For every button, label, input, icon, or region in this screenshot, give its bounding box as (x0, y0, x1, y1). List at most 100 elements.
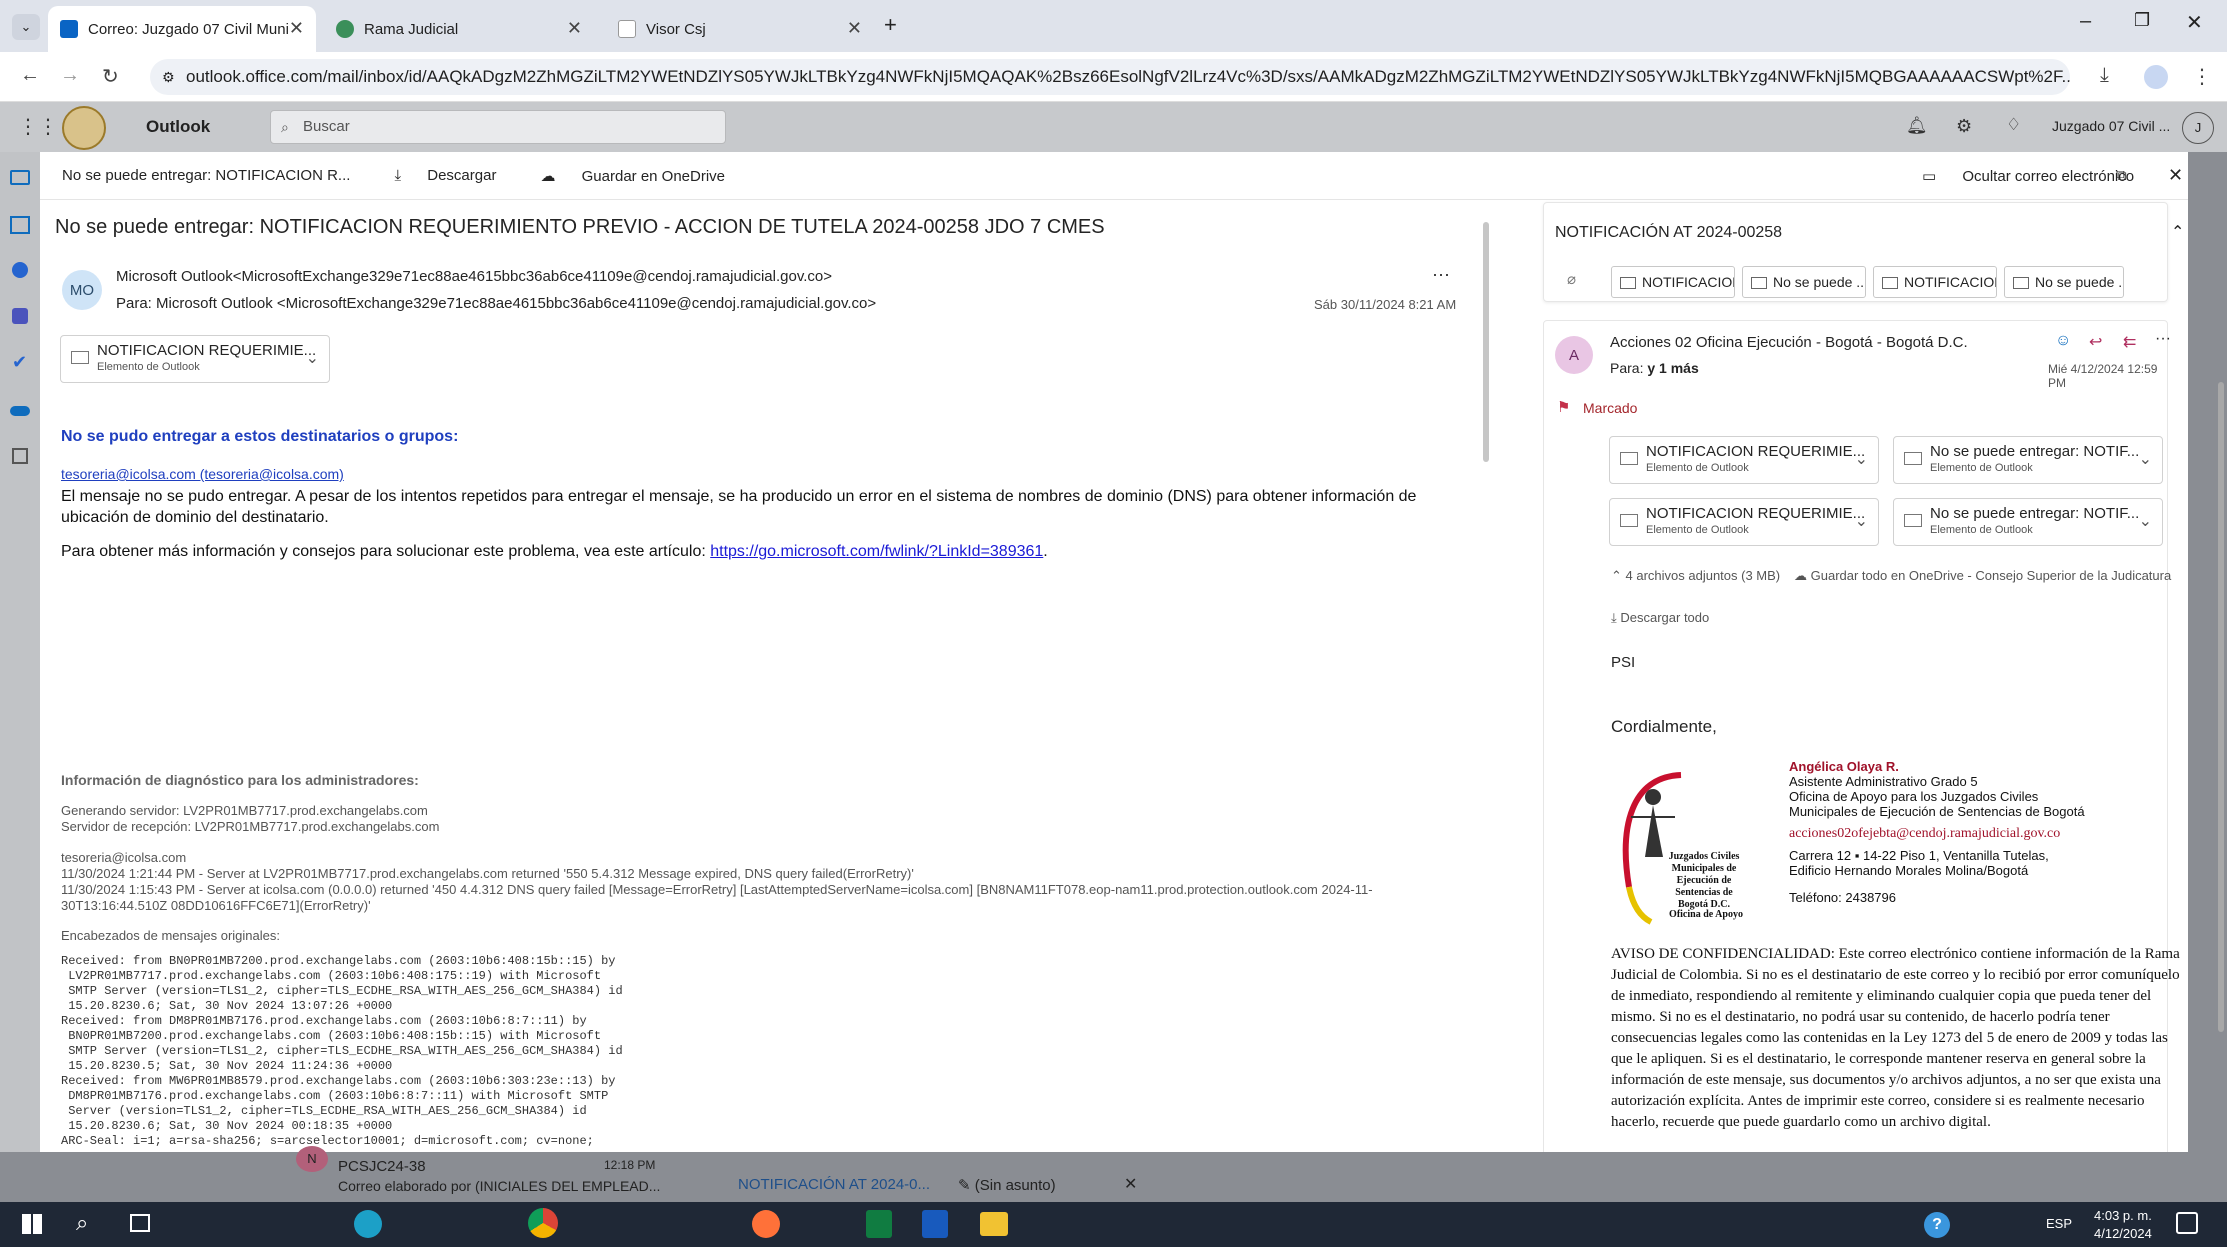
clock-date[interactable]: 4/12/2024 (2094, 1226, 2152, 1241)
notification-icon[interactable] (2176, 1212, 2198, 1234)
close-tab-icon[interactable]: ✕ (847, 18, 862, 39)
language-indicator[interactable]: ESP (2046, 1216, 2072, 1231)
thread-attachment-chip[interactable]: No se puede ... (1742, 266, 1866, 298)
close-icon[interactable]: ✕ (2168, 165, 2183, 186)
more-actions-icon[interactable]: ··· (1432, 264, 1450, 285)
search-input[interactable]: ⌕ Buscar (270, 110, 726, 144)
todo-icon[interactable]: ✔ (12, 352, 27, 373)
signature-office: Oficina de Apoyo para los Juzgados Civil… (1789, 789, 2039, 804)
reply-all-icon[interactable]: ⇇ (2123, 332, 2136, 352)
help-icon[interactable]: ? (1924, 1212, 1950, 1238)
thread-attachment-chip[interactable]: NOTIFICACION... (1611, 266, 1735, 298)
background-mail-list: N PCSJC24-38 12:18 PM Correo elaborado p… (0, 1146, 2227, 1202)
close-window-button[interactable]: ✕ (2186, 10, 2203, 35)
restore-button[interactable]: ❐ (2134, 10, 2150, 31)
start-icon[interactable] (22, 1214, 42, 1234)
new-tab-button[interactable]: + (884, 12, 897, 38)
tab-list-button[interactable]: ⌄ (12, 14, 40, 40)
people-icon[interactable] (12, 262, 28, 278)
emoji-reaction-icon[interactable]: ☺ (2055, 332, 2071, 350)
task-view-icon[interactable] (130, 1214, 150, 1232)
save-onedrive-button[interactable]: ☁ Guardar en OneDrive (518, 167, 725, 185)
chrome-icon[interactable] (528, 1208, 558, 1238)
back-icon[interactable]: ← (20, 64, 40, 87)
recipients[interactable]: Para: Microsoft Outlook <MicrosoftExchan… (116, 295, 876, 312)
info-text: Para obtener más información y consejos … (61, 543, 1048, 560)
tab-visor-csj[interactable]: Visor Csj ✕ (606, 6, 874, 52)
right-scrollbar[interactable] (2218, 382, 2224, 1032)
message-date: Sáb 30/11/2024 8:21 AM (1314, 297, 1457, 312)
download-button[interactable]: ⤓ Descargar (372, 167, 496, 184)
menu-icon[interactable]: ⋮ (2192, 64, 2212, 89)
reload-icon[interactable]: ↻ (102, 64, 119, 89)
account-name[interactable]: Juzgado 07 Civil ... (2052, 118, 2170, 134)
mail-icon[interactable] (10, 170, 30, 185)
attachment-item[interactable]: NOTIFICACION REQUERIMIE... Elemento de O… (1609, 498, 1879, 546)
chevron-down-icon[interactable]: ⌄ (2139, 511, 2152, 531)
signature-role: Asistente Administrativo Grado 5 (1789, 774, 1978, 789)
chevron-down-icon[interactable]: ⌄ (1855, 511, 1868, 531)
sender-avatar[interactable]: MO (62, 270, 102, 310)
forward-icon[interactable]: → (60, 64, 80, 87)
info-link[interactable]: https://go.microsoft.com/fwlink/?LinkId=… (710, 543, 1043, 560)
thread-attachment-chip[interactable]: No se puede ... (2004, 266, 2124, 298)
minimize-button[interactable]: – (2080, 10, 2091, 33)
firefox-icon[interactable] (752, 1210, 780, 1238)
hide-email-button[interactable]: ▭ Ocultar correo electrónico (1900, 167, 2134, 185)
sender-name[interactable]: Acciones 02 Oficina Ejecución - Bogotá -… (1610, 334, 1968, 351)
search-icon[interactable]: ⌕ (76, 1210, 88, 1236)
close-tab-icon[interactable]: ✕ (567, 18, 582, 39)
attachment-item[interactable]: No se puede entregar: NOTIF... Elemento … (1893, 436, 2163, 484)
more-actions-icon[interactable]: ··· (2155, 330, 2171, 348)
notifications-icon[interactable]: 🔔︎ (1906, 116, 1928, 136)
word-icon[interactable] (922, 1210, 948, 1238)
explorer-icon[interactable] (980, 1212, 1008, 1236)
confidentiality-notice: AVISO DE CONFIDENCIALIDAD: Este correo e… (1611, 946, 2180, 1130)
teams-icon[interactable] (12, 308, 28, 324)
collapse-icon[interactable]: ⌃ (2171, 222, 2184, 242)
clock-time[interactable]: 4:03 p. m. (2094, 1208, 2152, 1223)
close-draft-icon[interactable]: ✕ (1124, 1174, 1137, 1194)
account-avatar[interactable]: J (2182, 112, 2214, 144)
mail-item-preview: Correo elaborado por (INICIALES DEL EMPL… (338, 1178, 661, 1194)
save-all-onedrive[interactable]: ☁ Guardar todo en OneDrive - Consejo Sup… (1794, 568, 2171, 584)
sender-avatar[interactable]: A (1555, 336, 1593, 374)
apps-icon[interactable] (12, 448, 28, 464)
chevron-down-icon[interactable]: ⌄ (306, 348, 319, 368)
flag-status: Marcado (1583, 400, 1638, 416)
chevron-down-icon[interactable]: ⌄ (2139, 449, 2152, 469)
sender-address[interactable]: Microsoft Outlook<MicrosoftExchange329e7… (116, 268, 832, 285)
message-subject: No se puede entregar: NOTIFICACION REQUE… (55, 216, 1105, 238)
attachment-item[interactable]: NOTIFICACION REQUERIMIE... Elemento de O… (60, 335, 330, 383)
tab-rama-judicial[interactable]: Rama Judicial ✕ (324, 6, 594, 52)
tab-outlook[interactable]: Correo: Juzgado 07 Civil Munic... ✕ (48, 6, 316, 52)
download-all[interactable]: ⤓ Descargar todo (1611, 610, 1709, 626)
open-new-window-icon[interactable]: ⧉ (2116, 167, 2127, 184)
tips-icon[interactable]: ♢ (2006, 115, 2021, 135)
close-tab-icon[interactable]: ✕ (289, 18, 304, 39)
calendar-icon[interactable] (10, 216, 30, 234)
recipients[interactable]: Para: y 1 más (1610, 360, 1699, 376)
excel-icon[interactable] (866, 1210, 892, 1238)
edge-icon[interactable] (354, 1210, 382, 1238)
attachment-count[interactable]: ⌃ 4 archivos adjuntos (3 MB) (1611, 568, 1780, 584)
chevron-down-icon[interactable]: ⌄ (1855, 449, 1868, 469)
thread-attachment-chip[interactable]: NOTIFICACION... (1873, 266, 1997, 298)
left-scrollbar[interactable] (1483, 222, 1489, 462)
draft-tab[interactable]: NOTIFICACIÓN AT 2024-0... (738, 1176, 930, 1193)
rama-judicial-icon (336, 20, 354, 38)
settings-icon[interactable]: ⚙ (1956, 116, 1972, 137)
reply-icon[interactable]: ↩ (2089, 332, 2102, 352)
download-icon[interactable]: ⤓ (2100, 64, 2109, 87)
profile-icon[interactable] (2144, 65, 2168, 89)
attachment-item[interactable]: NOTIFICACION REQUERIMIE... Elemento de O… (1609, 436, 1879, 484)
mail-item-title[interactable]: PCSJC24-38 (338, 1158, 426, 1175)
onedrive-icon[interactable] (10, 406, 30, 416)
attachment-item[interactable]: No se puede entregar: NOTIF... Elemento … (1893, 498, 2163, 546)
signature-email[interactable]: acciones02ofejebta@cendoj.ramajudicial.g… (1789, 826, 2085, 841)
draft-tab-2[interactable]: ✎ (Sin asunto) (958, 1176, 1056, 1194)
url-field[interactable]: ⚙ outlook.office.com/mail/inbox/id/AAQkA… (150, 59, 2070, 95)
recipient-link[interactable]: tesoreria@icolsa.com (tesoreria@icolsa.c… (61, 466, 344, 482)
site-settings-icon[interactable]: ⚙ (162, 59, 175, 95)
paperclip-icon: ⌀ (1567, 271, 1577, 288)
